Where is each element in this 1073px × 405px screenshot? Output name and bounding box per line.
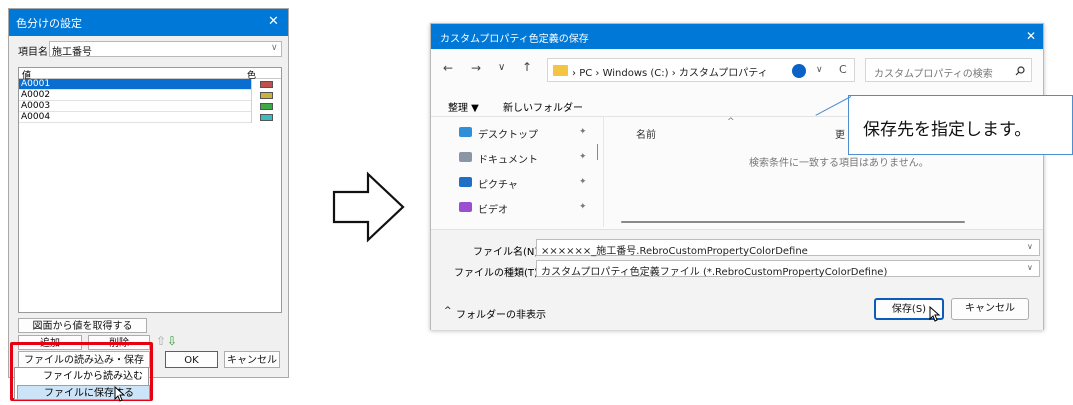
value-color-table: 値 色 A0001 A0002 A0003 A0004 bbox=[18, 67, 282, 313]
table-row[interactable]: A0002 bbox=[19, 90, 281, 101]
video-icon bbox=[459, 202, 472, 212]
forward-icon[interactable]: → bbox=[471, 61, 481, 75]
ok-button[interactable]: OK bbox=[165, 351, 218, 368]
breadcrumb-separator: › bbox=[668, 68, 679, 79]
dialog-title: 色分けの設定 bbox=[16, 17, 82, 30]
address-dropdown-icon[interactable]: ∨ bbox=[816, 65, 823, 75]
title-bar: 色分けの設定 ✕ bbox=[9, 9, 288, 36]
item-name-value: 施工番号 bbox=[52, 47, 92, 58]
table-row[interactable]: A0001 bbox=[19, 79, 281, 90]
cancel-button[interactable]: キャンセル bbox=[951, 298, 1029, 320]
breadcrumb-item[interactable]: Windows (C:) bbox=[603, 68, 669, 79]
pane-divider bbox=[603, 117, 604, 227]
sidebar-item-label: ビデオ bbox=[478, 205, 508, 216]
item-name-label: 項目名 bbox=[18, 47, 48, 58]
navigation-pane: デスクトップ ✦ ドキュメント ✦ ピクチャ ✦ ビデオ ✦ bbox=[431, 117, 593, 227]
folder-icon bbox=[553, 65, 568, 76]
filename-value: ××××××_施工番号.RebroCustomPropertyColorDefi… bbox=[541, 246, 808, 257]
file-dropdown-menu: ファイルから読み込む ファイルに保存する bbox=[14, 367, 150, 400]
desktop-icon bbox=[459, 127, 472, 137]
mouse-cursor-icon bbox=[929, 306, 941, 322]
filetype-select[interactable]: カスタムプロパティ色定義ファイル (*.RebroCustomPropertyC… bbox=[536, 260, 1040, 278]
address-bar[interactable]: › PC › Windows (C:) › カスタムプロパティ ∨ C bbox=[547, 58, 855, 82]
pin-icon: ✦ bbox=[579, 152, 587, 162]
color-settings-dialog: 色分けの設定 ✕ 項目名 施工番号 ∨ 値 色 A0001 A0002 A0003 A… bbox=[8, 8, 289, 383]
horizontal-scrollbar[interactable] bbox=[621, 221, 965, 223]
color-swatch[interactable] bbox=[260, 92, 273, 99]
color-swatch[interactable] bbox=[260, 103, 273, 110]
filetype-label: ファイルの種類(T): bbox=[454, 268, 542, 279]
location-marker-icon bbox=[792, 64, 806, 78]
column-header-updated[interactable]: 更 bbox=[835, 126, 845, 141]
item-name-combo[interactable]: 施工番号 ∨ bbox=[49, 41, 282, 58]
new-folder-button[interactable]: 新しいフォルダー bbox=[503, 99, 583, 114]
chevron-down-icon[interactable]: ∨ bbox=[1027, 242, 1033, 251]
dialog-title: カスタムプロパティ色定義の保存 bbox=[440, 34, 589, 45]
row-color-cell[interactable] bbox=[251, 90, 281, 101]
search-input[interactable]: カスタムプロパティの検索 bbox=[874, 65, 993, 80]
arrow-right-icon bbox=[332, 171, 405, 243]
cancel-button[interactable]: キャンセル bbox=[224, 351, 280, 368]
table-row[interactable]: A0003 bbox=[19, 101, 281, 112]
callout-text: 保存先を指定します。 bbox=[863, 120, 1032, 140]
back-icon[interactable]: ← bbox=[443, 61, 453, 75]
breadcrumb-separator: › bbox=[592, 68, 603, 79]
move-down-icon[interactable]: ⇩ bbox=[167, 334, 177, 348]
sidebar-item[interactable]: デスクトップ ✦ bbox=[431, 123, 593, 143]
breadcrumb: › PC › Windows (C:) › カスタムプロパティ bbox=[572, 64, 768, 79]
instruction-callout: 保存先を指定します。 bbox=[848, 95, 1073, 155]
sidebar-item-label: デスクトップ bbox=[478, 130, 538, 141]
filetype-value: カスタムプロパティ色定義ファイル (*.RebroCustomPropertyC… bbox=[541, 267, 888, 278]
table-header: 値 色 bbox=[19, 68, 281, 81]
close-icon[interactable]: ✕ bbox=[268, 14, 279, 29]
pin-icon: ✦ bbox=[579, 177, 587, 187]
sidebar-item[interactable]: ピクチャ ✦ bbox=[431, 173, 593, 193]
table-row[interactable]: A0004 bbox=[19, 112, 281, 123]
search-box[interactable]: カスタムプロパティの検索 bbox=[865, 58, 1032, 82]
pin-icon: ✦ bbox=[579, 202, 587, 212]
row-color-cell[interactable] bbox=[251, 79, 281, 90]
get-values-from-drawing-button[interactable]: 図面から値を取得する bbox=[18, 318, 147, 333]
search-icon bbox=[1015, 66, 1025, 76]
sort-indicator-icon: ^ bbox=[727, 117, 735, 127]
hide-folders-toggle[interactable]: フォルダーの非表示 bbox=[456, 306, 546, 321]
sidebar-item[interactable]: ビデオ ✦ bbox=[431, 198, 593, 218]
column-header-name[interactable]: 名前 bbox=[636, 126, 656, 141]
mouse-cursor-icon bbox=[114, 386, 126, 402]
pin-icon: ✦ bbox=[579, 127, 587, 137]
chevron-down-icon[interactable]: ∨ bbox=[1027, 263, 1033, 272]
chevron-up-icon[interactable]: ^ bbox=[444, 306, 452, 316]
filename-label: ファイル名(N): bbox=[473, 247, 542, 258]
chevron-down-icon: ∨ bbox=[271, 43, 278, 53]
row-value: A0001 bbox=[21, 79, 51, 89]
breadcrumb-item[interactable]: PC bbox=[579, 68, 592, 79]
breadcrumb-item[interactable]: カスタムプロパティ bbox=[679, 68, 768, 79]
sidebar-item[interactable]: ドキュメント ✦ bbox=[431, 148, 593, 168]
organize-menu[interactable]: 整理 ▼ bbox=[448, 99, 479, 114]
row-value: A0002 bbox=[21, 90, 51, 100]
document-icon bbox=[459, 152, 472, 162]
sidebar-item-label: ドキュメント bbox=[478, 155, 538, 166]
recent-locations-icon[interactable]: ∨ bbox=[498, 62, 505, 73]
row-value: A0004 bbox=[21, 112, 51, 122]
empty-message: 検索条件に一致する項目はありません。 bbox=[749, 158, 929, 169]
close-icon[interactable]: ✕ bbox=[1026, 29, 1036, 43]
save-file-dialog: カスタムプロパティ色定義の保存 ✕ ← → ∨ ↑ › PC › Windows… bbox=[430, 23, 1044, 330]
sidebar-item-label: ピクチャ bbox=[478, 180, 518, 191]
row-value: A0003 bbox=[21, 101, 51, 111]
filename-input[interactable]: ××××××_施工番号.RebroCustomPropertyColorDefi… bbox=[536, 239, 1040, 257]
row-color-cell[interactable] bbox=[251, 101, 281, 112]
sidebar-scrollbar[interactable] bbox=[597, 144, 598, 160]
color-swatch[interactable] bbox=[260, 81, 273, 88]
menu-item-save-to-file[interactable]: ファイルに保存する bbox=[17, 385, 150, 400]
move-up-icon[interactable]: ⇧ bbox=[156, 334, 166, 348]
title-bar: カスタムプロパティ色定義の保存 ✕ bbox=[431, 24, 1043, 49]
up-folder-icon[interactable]: ↑ bbox=[522, 60, 532, 74]
color-swatch[interactable] bbox=[260, 114, 273, 121]
row-color-cell[interactable] bbox=[251, 112, 281, 123]
picture-icon bbox=[459, 177, 472, 187]
menu-item-load-from-file[interactable]: ファイルから読み込む bbox=[17, 369, 150, 384]
refresh-icon[interactable]: C bbox=[839, 63, 847, 76]
